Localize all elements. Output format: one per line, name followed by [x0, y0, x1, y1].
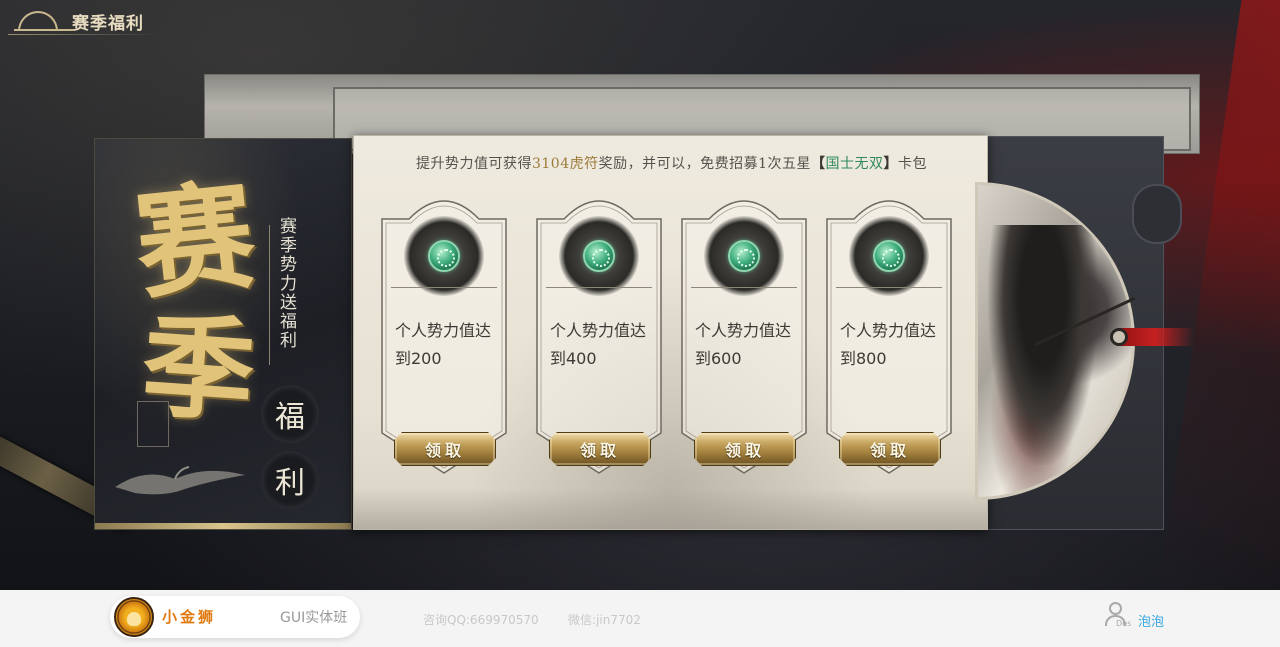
headline-card-pack-name: 国士无双 — [825, 156, 884, 172]
reward-condition-line2: 到600 — [695, 349, 742, 368]
reward-condition-line2: 到200 — [395, 349, 442, 368]
ring-ornament-icon — [1110, 328, 1128, 346]
game-scene-background: 赛季福利 赛 季 赛季势力送福利 福 利 提升势力值可获得3104虎符奖励，并可… — [0, 0, 1280, 590]
card-divider — [691, 287, 797, 288]
army-silhouette-decoration — [354, 489, 987, 529]
reward-condition-line1: 个人势力值达 — [840, 321, 937, 340]
course-name: GUI实体班 — [280, 610, 348, 626]
seal-stamp-icon — [137, 401, 169, 447]
banner-round-char-fu: 福 — [261, 385, 319, 443]
cloud-ornament-icon — [1132, 184, 1182, 244]
reward-token — [559, 216, 639, 296]
claim-button-600[interactable]: 领取 — [694, 432, 796, 466]
reward-card: 个人势力值达 到800 领取 — [826, 193, 952, 475]
reward-token — [404, 216, 484, 296]
jade-tiger-token-icon — [728, 240, 760, 272]
reward-condition-line1: 个人势力值达 — [695, 321, 792, 340]
window-title-bar: 赛季福利 — [14, 6, 164, 36]
headline-text-mid: 奖励，并可以，免费招募1次五星 — [598, 156, 812, 172]
rewards-headline: 提升势力值可获得3104虎符奖励，并可以，免费招募1次五星【国士无双】卡包 — [354, 153, 989, 173]
reward-card: 个人势力值达 到200 领取 — [381, 193, 507, 475]
crane-icon — [115, 466, 245, 495]
lion-logo-icon — [114, 597, 154, 637]
jade-tiger-token-icon — [583, 240, 615, 272]
reward-condition: 个人势力值达 到800 — [840, 317, 948, 373]
headline-bracket-open: 【 — [811, 156, 826, 172]
page-title: 赛季福利 — [72, 13, 144, 34]
reward-condition: 个人势力值达 到200 — [395, 317, 503, 373]
title-underline — [8, 34, 158, 35]
reward-condition-line1: 个人势力值达 — [395, 321, 492, 340]
author-name[interactable]: 泡泡 — [1138, 611, 1164, 630]
headline-text-pre: 提升势力值可获得 — [415, 156, 532, 172]
user-tag: Des — [1116, 619, 1132, 628]
headline-text-post: 卡包 — [898, 156, 928, 172]
reward-token — [849, 216, 929, 296]
reward-condition-line2: 到400 — [550, 349, 597, 368]
banner-divider — [269, 225, 270, 365]
reward-card: 个人势力值达 到400 领取 — [536, 193, 662, 475]
season-banner: 赛 季 赛季势力送福利 福 利 — [94, 138, 352, 530]
reward-condition-line2: 到800 — [840, 349, 887, 368]
claim-button-200[interactable]: 领取 — [394, 432, 496, 466]
card-divider — [836, 287, 942, 288]
reward-token — [704, 216, 784, 296]
jade-tiger-token-icon — [873, 240, 905, 272]
card-divider — [546, 287, 652, 288]
rewards-panel: 提升势力值可获得3104虎符奖励，并可以，免费招募1次五星【国士无双】卡包 个人… — [353, 135, 988, 530]
reward-card: 个人势力值达 到600 领取 — [681, 193, 807, 475]
banner-gold-trim — [95, 523, 351, 529]
contact-qq: 咨询QQ:669970570 — [423, 613, 539, 627]
reward-condition: 个人势力值达 到400 — [550, 317, 658, 373]
banner-round-char-li: 利 — [261, 451, 319, 509]
contact-wechat: 微信:jin7702 — [568, 613, 641, 627]
warrior-figure-icon — [988, 225, 1098, 465]
reward-condition: 个人势力值达 到600 — [695, 317, 803, 373]
jade-tiger-token-icon — [428, 240, 460, 272]
user-icon: Des — [1104, 602, 1132, 632]
brand-name: 小金狮 — [162, 608, 217, 626]
footer-bar: 小金狮 GUI实体班 咨询QQ:669970570 微信:jin7702 Des… — [0, 590, 1280, 647]
card-divider — [391, 287, 497, 288]
headline-bracket-close: 】 — [883, 156, 899, 172]
banner-subtitle: 赛季势力送福利 — [276, 217, 296, 350]
title-logo-icon — [14, 9, 74, 33]
claim-button-400[interactable]: 领取 — [549, 432, 651, 466]
headline-reward-amount: 3104虎符 — [531, 156, 599, 172]
claim-button-800[interactable]: 领取 — [839, 432, 941, 466]
reward-condition-line1: 个人势力值达 — [550, 321, 647, 340]
brand-pill: 小金狮 GUI实体班 — [110, 596, 360, 638]
